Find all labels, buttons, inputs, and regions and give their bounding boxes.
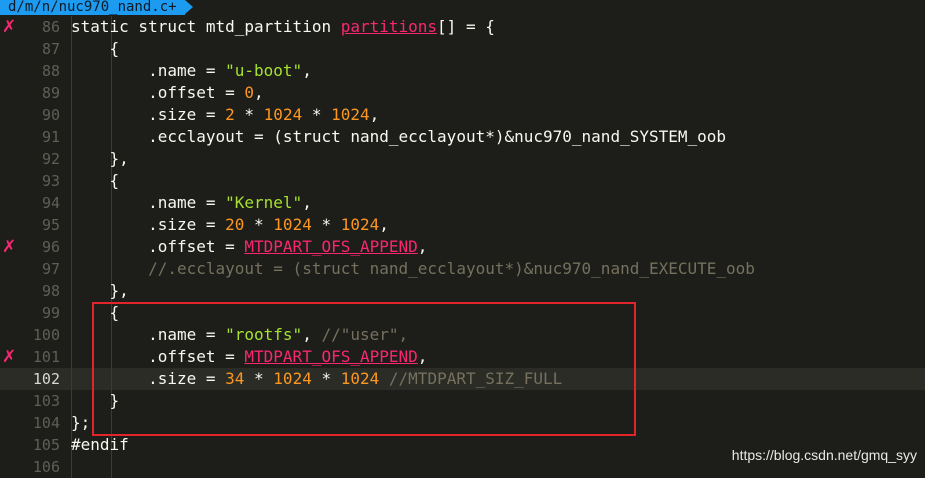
line-number: 95: [41, 216, 60, 234]
tab-arrow-icon: [185, 0, 193, 14]
code-text[interactable]: static struct mtd_partition partitions[]…: [71, 16, 495, 38]
code-line[interactable]: 100 .name = "rootfs", //"user",: [0, 324, 925, 346]
code-text[interactable]: .offset = MTDPART_OFS_APPEND,: [71, 346, 427, 368]
line-number: 98: [41, 282, 60, 300]
line-number: 94: [41, 194, 60, 212]
error-mark-icon[interactable]: ✗: [2, 236, 16, 258]
code-line[interactable]: 99 {: [0, 302, 925, 324]
code-text[interactable]: .name = "rootfs", //"user",: [71, 324, 408, 346]
code-line[interactable]: 93 {: [0, 170, 925, 192]
code-text[interactable]: }: [71, 390, 120, 412]
code-line[interactable]: ✗ 96 .offset = MTDPART_OFS_APPEND,: [0, 236, 925, 258]
line-number: 99: [41, 304, 60, 322]
watermark: https://blog.csdn.net/gmq_syy: [731, 447, 917, 463]
line-number: 92: [41, 150, 60, 168]
code-text[interactable]: {: [71, 170, 120, 192]
code-text[interactable]: .size = 34 * 1024 * 1024 //MTDPART_SIZ_F…: [71, 368, 562, 390]
code-line[interactable]: 92 },: [0, 148, 925, 170]
code-line[interactable]: ✗ 86 static struct mtd_partition partition…: [0, 16, 925, 38]
code-text[interactable]: //.ecclayout = (struct nand_ecclayout*)&…: [71, 258, 755, 280]
line-number: 100: [32, 326, 60, 344]
code-line[interactable]: 104};: [0, 412, 925, 434]
line-number: 103: [32, 392, 60, 410]
line-number: 97: [41, 260, 60, 278]
indent-guide: [111, 412, 112, 434]
line-number: 90: [41, 106, 60, 124]
code-text[interactable]: {: [71, 302, 120, 324]
line-number: 89: [41, 84, 60, 102]
indent-guide: [71, 456, 72, 478]
line-number: 91: [41, 128, 60, 146]
code-text[interactable]: .offset = MTDPART_OFS_APPEND,: [71, 236, 427, 258]
line-number: 86: [41, 18, 60, 36]
code-line[interactable]: 103 }: [0, 390, 925, 412]
code-text[interactable]: };: [71, 412, 90, 434]
line-number: 106: [32, 458, 60, 476]
code-line[interactable]: 91 .ecclayout = (struct nand_ecclayout*)…: [0, 126, 925, 148]
indent-guide: [111, 456, 112, 478]
line-number: 96: [41, 238, 60, 256]
code-text[interactable]: .ecclayout = (struct nand_ecclayout*)&nu…: [71, 126, 726, 148]
code-text[interactable]: },: [71, 280, 129, 302]
code-line[interactable]: 94 .name = "Kernel",: [0, 192, 925, 214]
code-text[interactable]: #endif: [71, 434, 129, 456]
code-line[interactable]: 87 {: [0, 38, 925, 60]
line-number: 104: [32, 414, 60, 432]
error-mark-icon[interactable]: ✗: [2, 16, 16, 38]
line-number: 88: [41, 62, 60, 80]
code-line[interactable]: 89 .offset = 0,: [0, 82, 925, 104]
file-tab-label: d/m/n/nuc970_nand.c+: [8, 0, 177, 15]
error-mark-icon[interactable]: ✗: [2, 346, 16, 368]
code-line[interactable]: ✗ 101 .offset = MTDPART_OFS_APPEND,: [0, 346, 925, 368]
file-tab[interactable]: d/m/n/nuc970_nand.c+: [0, 0, 185, 15]
code-text[interactable]: .name = "u-boot",: [71, 60, 312, 82]
code-text[interactable]: .name = "Kernel",: [71, 192, 312, 214]
line-number: 102: [32, 370, 60, 388]
code-line[interactable]: 102 .size = 34 * 1024 * 1024 //MTDPART_S…: [0, 368, 925, 390]
line-number: 93: [41, 172, 60, 190]
code-text[interactable]: },: [71, 148, 129, 170]
code-text[interactable]: .size = 20 * 1024 * 1024,: [71, 214, 389, 236]
line-number: 105: [32, 436, 60, 454]
code-editor[interactable]: ✗ 86 static struct mtd_partition partition…: [0, 16, 925, 478]
code-line[interactable]: 95 .size = 20 * 1024 * 1024,: [0, 214, 925, 236]
code-text[interactable]: {: [71, 38, 120, 60]
code-line[interactable]: 90 .size = 2 * 1024 * 1024,: [0, 104, 925, 126]
line-number: 101: [32, 348, 60, 366]
code-line[interactable]: 97 //.ecclayout = (struct nand_ecclayout…: [0, 258, 925, 280]
line-number: 87: [41, 40, 60, 58]
code-line[interactable]: 98 },: [0, 280, 925, 302]
code-line[interactable]: 88 .name = "u-boot",: [0, 60, 925, 82]
code-text[interactable]: .offset = 0,: [71, 82, 264, 104]
code-text[interactable]: .size = 2 * 1024 * 1024,: [71, 104, 379, 126]
